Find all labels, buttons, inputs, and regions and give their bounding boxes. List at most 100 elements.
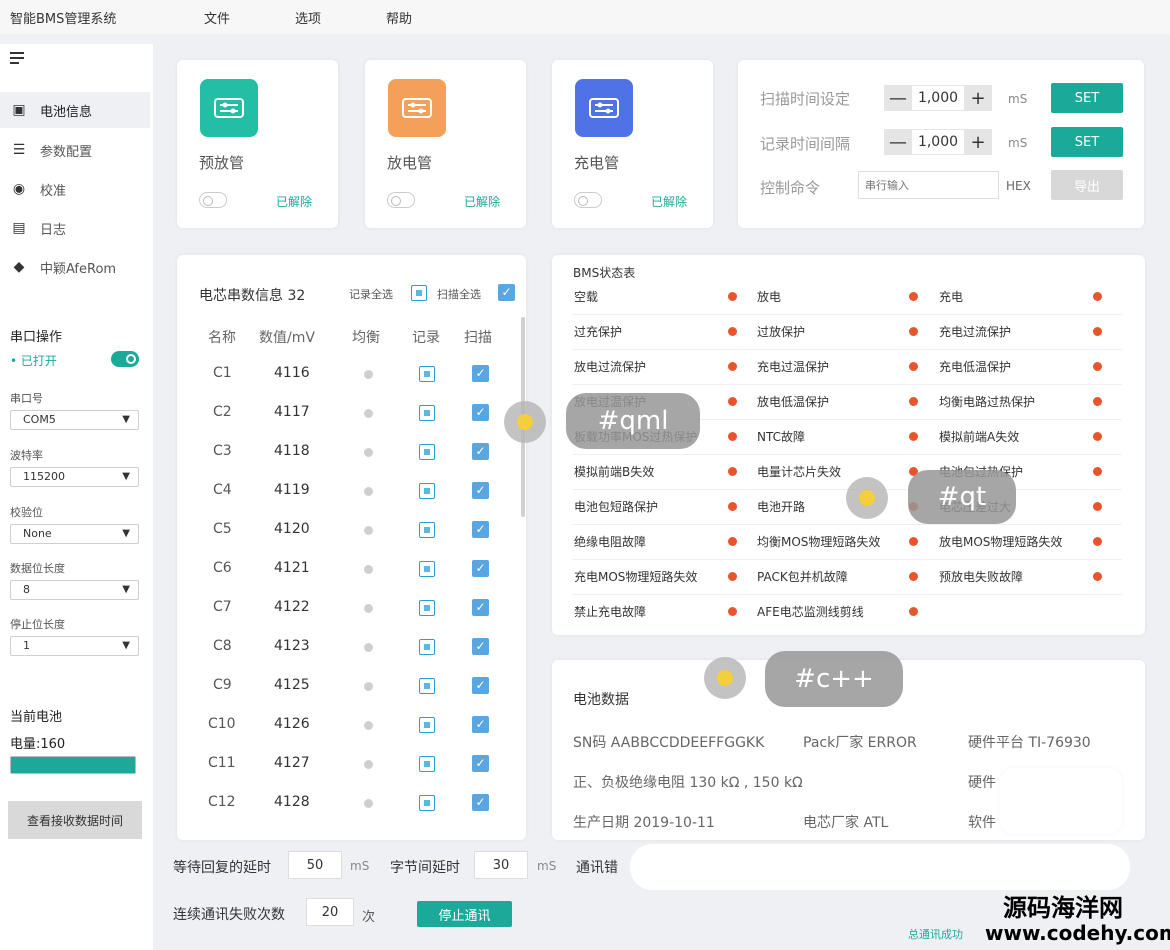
port-select[interactable]: COM5 ▼ xyxy=(10,410,139,430)
scan-checkbox[interactable]: ✓ xyxy=(472,365,489,382)
minus-button[interactable]: — xyxy=(884,129,912,155)
switch-icon xyxy=(402,98,432,118)
scan-checkbox[interactable]: ✓ xyxy=(472,638,489,655)
cell-value: 4125 xyxy=(274,677,310,693)
scan-checkbox[interactable]: ✓ xyxy=(472,599,489,616)
scan-all-label: 扫描全选 xyxy=(437,288,481,301)
minus-button[interactable]: — xyxy=(884,85,912,111)
chevron-down-icon: ▼ xyxy=(122,640,130,651)
precharge-toggle[interactable] xyxy=(199,192,227,208)
scan-checkbox[interactable]: ✓ xyxy=(472,443,489,460)
fail-count-input[interactable]: 20 xyxy=(306,898,354,926)
status-item-label: 禁止充电故障 xyxy=(574,605,647,619)
byte-delay-input[interactable]: 30 xyxy=(474,851,528,879)
cell-name: C6 xyxy=(213,560,232,576)
precharge-status: 已解除 xyxy=(276,195,313,209)
record-checkbox[interactable] xyxy=(419,405,435,421)
status-item-label: 放电 xyxy=(757,290,782,304)
record-checkbox[interactable] xyxy=(419,639,435,655)
reply-delay-unit: mS xyxy=(350,859,370,873)
hamburger-icon[interactable] xyxy=(10,52,24,64)
baud-select[interactable]: 115200 ▼ xyxy=(10,467,139,487)
reply-delay-input[interactable]: 50 xyxy=(288,851,342,879)
switch-card-discharge: 放电管 已解除 xyxy=(365,60,526,228)
scan-checkbox[interactable]: ✓ xyxy=(472,560,489,577)
target-icon: ◉ xyxy=(12,181,26,197)
discharge-label: 放电管 xyxy=(387,154,433,172)
cell-value: 4127 xyxy=(274,755,310,771)
chevron-down-icon: ▼ xyxy=(122,414,130,425)
scan-all-checkbox[interactable]: ✓ xyxy=(498,284,515,301)
scan-checkbox[interactable]: ✓ xyxy=(472,404,489,421)
stop-comm-button[interactable]: 停止通讯 xyxy=(417,901,512,927)
charge-label: 充电管 xyxy=(574,154,620,172)
production-date: 生产日期 2019-10-11 xyxy=(573,815,715,831)
status-indicator-dot xyxy=(909,537,918,546)
sidebar-item-log[interactable]: ▤ 日志 xyxy=(0,210,150,246)
status-indicator-dot xyxy=(909,362,918,371)
status-item-label: PACK包并机故障 xyxy=(757,570,848,584)
discharge-toggle[interactable] xyxy=(387,192,415,208)
parity-select[interactable]: None ▼ xyxy=(10,524,139,544)
table-row: C2 4117 ✓ xyxy=(177,394,517,433)
status-item-label: 充电MOS物理短路失效 xyxy=(574,570,698,584)
charge-toggle[interactable] xyxy=(574,192,602,208)
record-checkbox[interactable] xyxy=(419,795,435,811)
record-interval-stepper[interactable]: — 1,000 + xyxy=(884,128,992,156)
record-checkbox[interactable] xyxy=(419,366,435,382)
plus-button[interactable]: + xyxy=(964,85,992,111)
sliders-icon: ☰ xyxy=(12,142,26,158)
record-interval-value[interactable]: 1,000 xyxy=(912,129,964,155)
serial-toggle[interactable] xyxy=(111,351,139,367)
serial-status: • 已打开 xyxy=(10,354,57,368)
status-item-label: 电池包短路保护 xyxy=(574,500,659,514)
balance-dot xyxy=(364,526,373,535)
sidebar-item-battery-info[interactable]: ▣ 电池信息 xyxy=(0,92,150,128)
table-row: C7 4122 ✓ xyxy=(177,589,517,628)
record-set-button[interactable]: SET xyxy=(1051,127,1123,157)
scan-time-stepper[interactable]: — 1,000 + xyxy=(884,84,992,112)
chevron-down-icon: ▼ xyxy=(122,584,130,595)
status-indicator-dot xyxy=(728,292,737,301)
status-item-label: 充电低温保护 xyxy=(939,360,1012,374)
record-checkbox[interactable] xyxy=(419,483,435,499)
stopbits-select[interactable]: 1 ▼ xyxy=(10,636,139,656)
scan-checkbox[interactable]: ✓ xyxy=(472,521,489,538)
watermark-cn: 源码海洋网 xyxy=(1003,893,1123,922)
scan-checkbox[interactable]: ✓ xyxy=(472,716,489,733)
sidebar-item-afe[interactable]: ◆ 中颖AfeRom xyxy=(0,249,150,285)
status-indicator-dot xyxy=(1093,502,1102,511)
menu-help[interactable]: 帮助 xyxy=(386,8,412,27)
status-row-divider xyxy=(572,454,1122,455)
databits-select[interactable]: 8 ▼ xyxy=(10,580,139,600)
menu-options[interactable]: 选项 xyxy=(295,8,321,27)
status-item-label: 放电过流保护 xyxy=(574,360,647,374)
menu-file[interactable]: 文件 xyxy=(204,8,230,27)
cell-value: 4121 xyxy=(274,560,310,576)
record-checkbox[interactable] xyxy=(419,717,435,733)
scan-checkbox[interactable]: ✓ xyxy=(472,677,489,694)
scan-set-button[interactable]: SET xyxy=(1051,83,1123,113)
status-item-label: 均衡MOS物理短路失效 xyxy=(757,535,881,549)
sidebar-item-calibrate[interactable]: ◉ 校准 xyxy=(0,171,150,207)
cell-name: C1 xyxy=(213,365,232,381)
record-checkbox[interactable] xyxy=(419,600,435,616)
export-button[interactable]: 导出 xyxy=(1051,170,1123,200)
view-receive-time-button[interactable]: 查看接收数据时间 xyxy=(8,801,142,839)
scan-time-value[interactable]: 1,000 xyxy=(912,85,964,111)
record-checkbox[interactable] xyxy=(419,678,435,694)
record-checkbox[interactable] xyxy=(419,756,435,772)
record-checkbox[interactable] xyxy=(419,522,435,538)
col-scan: 扫描 xyxy=(464,330,492,346)
sidebar-item-params[interactable]: ☰ 参数配置 xyxy=(0,132,150,168)
status-indicator-dot xyxy=(1093,327,1102,336)
record-checkbox[interactable] xyxy=(419,444,435,460)
plus-button[interactable]: + xyxy=(964,129,992,155)
status-item-label: 模拟前端A失效 xyxy=(939,430,1020,444)
scan-checkbox[interactable]: ✓ xyxy=(472,794,489,811)
record-checkbox[interactable] xyxy=(419,561,435,577)
scan-checkbox[interactable]: ✓ xyxy=(472,755,489,772)
control-cmd-input[interactable] xyxy=(858,171,999,199)
record-all-checkbox[interactable] xyxy=(411,285,427,301)
scan-checkbox[interactable]: ✓ xyxy=(472,482,489,499)
